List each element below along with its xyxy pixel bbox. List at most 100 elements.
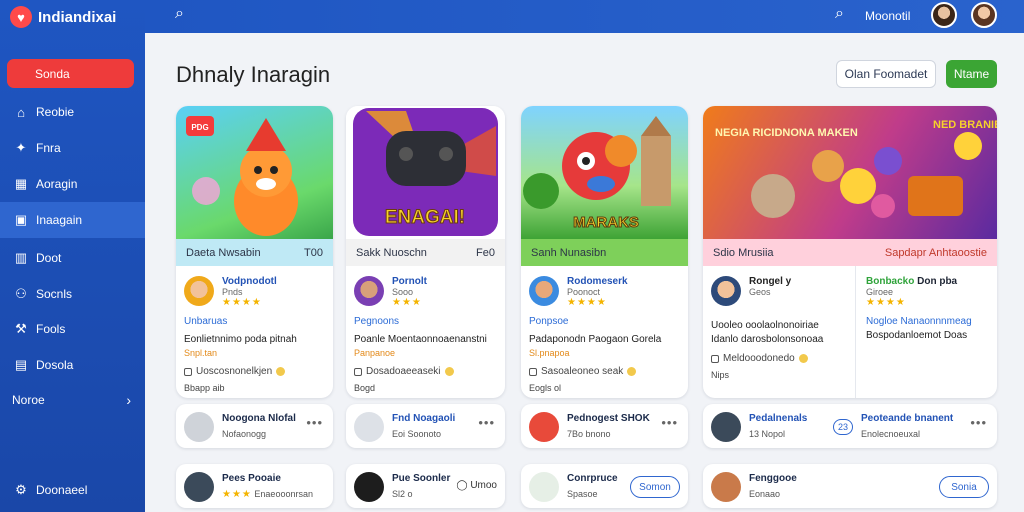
outline-button[interactable]: Olan Foomadet xyxy=(836,60,936,88)
calendar-icon: ▤ xyxy=(14,357,28,372)
hero-tag: MARAKS xyxy=(573,214,639,231)
game-banner[interactable]: ENAGAI! xyxy=(346,106,505,239)
game-icon xyxy=(184,472,214,502)
sidebar-item-label: Sonda xyxy=(35,66,70,81)
game-card[interactable]: ENAGAI! Sakk Nuoschn Fe0 Pornolt Sooo ★★… xyxy=(346,106,505,398)
sidebar-item-noroe[interactable]: Noroe › xyxy=(0,382,145,418)
action-button[interactable]: Somon xyxy=(630,476,680,498)
hero-tag-2: NED BRANIES xyxy=(933,119,997,131)
primary-button[interactable]: Ntame xyxy=(946,60,997,88)
characters-illustration: NEGIA RICIDNONA MAKEN NED BRANIES xyxy=(715,119,997,218)
checkbox[interactable] xyxy=(711,354,719,363)
avatar[interactable] xyxy=(931,2,957,28)
search-icon[interactable]: ⌕ xyxy=(835,5,844,23)
game-info: Rodomeserk Poonoct ★★★★ Ponpsoe Padapono… xyxy=(521,266,688,398)
list-item[interactable]: Pedalnenals 13 Nopol 23 Peoteande bnanen… xyxy=(703,404,997,448)
sidebar-item-fools[interactable]: ⚒ Fools xyxy=(0,311,145,347)
circle-icon: ◯ xyxy=(456,480,468,491)
game-banner[interactable]: MARAKS xyxy=(521,106,688,239)
star-rating: ★★★ xyxy=(392,297,422,308)
checkbox-row[interactable]: Dosadoaeeaseki xyxy=(354,366,497,377)
bird-illustration: MARAKS xyxy=(523,116,671,232)
sidebar-item-inaagain[interactable]: ▣ Inaagain xyxy=(0,202,145,238)
controller-illustration: ENAGAI! xyxy=(353,108,498,236)
app-avatar xyxy=(354,276,384,306)
banner-footer: Sdio Mrusiia Sapdapr Anhtaoostie xyxy=(703,239,997,266)
list-item[interactable]: Fnd Noagaoli Eoi Soonoto ••• xyxy=(346,404,505,448)
sidebar-footer[interactable]: ⚙ Doonaeel xyxy=(0,472,145,508)
coin-icon xyxy=(276,367,286,376)
folder-icon: ▣ xyxy=(14,212,28,227)
game-card[interactable]: PDG Daeta Nwsabin T00 Vodpnodotl Pnds ★★… xyxy=(176,106,333,398)
app-name[interactable]: Vodpnodotl xyxy=(222,276,277,287)
hero-tag: ENAGAI! xyxy=(385,207,465,228)
banner-footer: Daeta Nwsabin T00 xyxy=(176,239,333,266)
sidebar-item-doot[interactable]: ▥ Doot xyxy=(0,240,145,276)
game-info: Pornolt Sooo ★★★ Pegnoons Poanle Moentao… xyxy=(346,266,505,398)
action-button[interactable]: Sonia xyxy=(939,476,989,498)
banner-footer: Sakk Nuoschn Fe0 xyxy=(346,239,505,266)
coin-icon xyxy=(798,354,808,363)
user-name[interactable]: Moonotil xyxy=(865,9,910,23)
list-item[interactable]: Noogona Nlofal Nofaonogg ••• xyxy=(176,404,333,448)
game-banner[interactable]: PDG xyxy=(176,106,333,239)
more-icon[interactable]: ••• xyxy=(478,415,495,430)
fox-illustration: PDG xyxy=(186,116,298,236)
sidebar-item-aoragin[interactable]: ▦ Aoragin xyxy=(0,166,145,202)
tools-icon: ⚒ xyxy=(15,321,27,336)
checkbox[interactable] xyxy=(184,367,192,376)
people-icon xyxy=(529,472,559,502)
coin-icon xyxy=(444,367,454,376)
sidebar-item-active[interactable]: Sonda xyxy=(7,59,134,88)
game-info: Rongel y Geos Uooleo ooolaolnonoiriae Id… xyxy=(703,266,853,390)
checkbox[interactable] xyxy=(529,367,537,376)
list-item[interactable]: Fenggooe Eonaao Sonia xyxy=(703,464,997,508)
gear-icon xyxy=(354,412,384,442)
app-name[interactable]: Rongel y xyxy=(749,276,791,287)
heart-logo-icon: ♥ xyxy=(10,6,32,28)
divider xyxy=(855,266,856,398)
app-avatar xyxy=(711,276,741,306)
list-item[interactable]: Pue Soonler Sl2 o ◯ Umoo xyxy=(346,464,505,508)
share-icon: ⚇ xyxy=(15,286,27,301)
search-icon[interactable]: ⌕ xyxy=(175,5,184,23)
page-title: Dhnaly Inaragin xyxy=(176,62,331,87)
people-icon xyxy=(711,412,741,442)
status-label[interactable]: ◯ Umoo xyxy=(456,480,497,491)
game-card[interactable]: MARAKS Sanh Nunasibn Rodomeserk Poonoct … xyxy=(521,106,688,398)
more-icon[interactable]: ••• xyxy=(306,415,323,430)
sidebar-item-socnls[interactable]: ⚇ Socnls xyxy=(0,276,145,312)
brand[interactable]: ♥ Indiandixai xyxy=(10,6,116,28)
app-name: Indiandixai xyxy=(38,8,117,26)
list-item[interactable]: Conrpruce Spasoe Somon xyxy=(521,464,688,508)
count-badge: 23 xyxy=(833,419,853,435)
sidebar-item-dosola[interactable]: ▤ Dosola xyxy=(0,347,145,383)
star-rating: ★★★★ xyxy=(866,297,906,308)
chart-icon: ▥ xyxy=(14,250,28,265)
app-avatar xyxy=(184,276,214,306)
game-info-secondary: Bonbacko Don pba Giroee ★★★★ Nogloe Nana… xyxy=(858,266,997,351)
hero-tag: NEGIA RICIDNONA MAKEN xyxy=(715,127,858,139)
list-item[interactable]: Pees Pooaie ★★★ Enaeooonrsan xyxy=(176,464,333,508)
avatar[interactable] xyxy=(971,2,997,28)
chevron-right-icon: › xyxy=(126,392,131,408)
list-item[interactable]: Pednogest SHOK 7Bo bnono ••• xyxy=(521,404,688,448)
user-settings-icon: ⚙ xyxy=(15,482,27,497)
star-rating: ★★★★ xyxy=(222,297,262,308)
grid-icon: ▦ xyxy=(14,176,28,191)
fire-icon xyxy=(529,412,559,442)
app-name[interactable]: Rodomeserk xyxy=(567,276,628,287)
checkbox-row[interactable]: Meldooodonedo xyxy=(711,353,845,364)
checkbox-row[interactable]: Uoscosnonelkjen xyxy=(184,366,325,377)
game-banner[interactable]: NEGIA RICIDNONA MAKEN NED BRANIES xyxy=(703,106,997,239)
checkbox-row[interactable]: Sasoaleoneo seak xyxy=(529,366,680,377)
sidebar-item-fnra[interactable]: ✦ Fnra xyxy=(0,130,145,166)
more-icon[interactable]: ••• xyxy=(661,415,678,430)
pin-icon: ✦ xyxy=(15,140,27,155)
app-name[interactable]: Pornolt xyxy=(392,276,427,287)
more-icon[interactable]: ••• xyxy=(970,415,987,430)
checkbox[interactable] xyxy=(354,367,362,376)
sidebar-item-reobie[interactable]: ⌂ Reobie xyxy=(0,94,145,130)
game-card-featured[interactable]: NEGIA RICIDNONA MAKEN NED BRANIES Sdio M… xyxy=(703,106,997,398)
star-rating: ★★★★ xyxy=(567,297,607,308)
